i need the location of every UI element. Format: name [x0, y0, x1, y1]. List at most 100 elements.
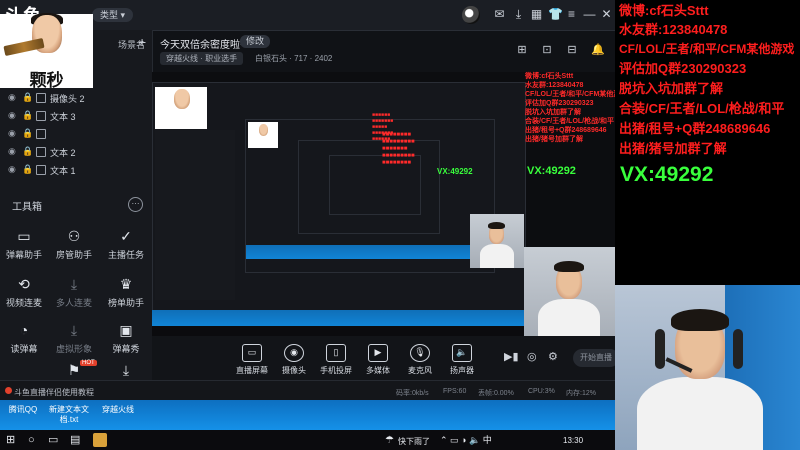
microphone-icon: 🎙 [410, 344, 430, 362]
overlay-line-combo: 合装/CF/王者/LOL/枪战/和平 [619, 101, 785, 116]
tool-multi-link[interactable]: ⤓ 多人连麦 [52, 276, 96, 318]
control-label: 麦克风 [408, 366, 432, 375]
source-label: 文本 3 [50, 112, 76, 122]
overlay-line-rent: 出猪/租号+Q群248689646 [619, 121, 771, 136]
lock-icon[interactable]: 🔒 [22, 110, 33, 121]
app-icon[interactable] [93, 433, 107, 447]
admin-icon: ⚇ [67, 228, 81, 244]
desktop-icon-qq[interactable]: 腾讯QQ [6, 405, 40, 415]
speaker-icon: 🔈 [452, 344, 472, 362]
nested-screen-1 [152, 82, 526, 312]
nested-webcam-large [524, 247, 615, 342]
windows-start-icon[interactable]: ⊞ [6, 434, 15, 446]
toolbox-more-button[interactable]: ··· [128, 197, 143, 212]
tool-virtual-avatar[interactable]: ⤓ 虚拟形象 [52, 322, 96, 364]
lock-icon[interactable]: ⊡ [541, 44, 553, 56]
gun-icon [3, 37, 45, 57]
nested-webcam-small [470, 214, 524, 268]
desktop-strip [0, 400, 615, 430]
tool-streamer-task[interactable]: ✓ 主播任务 [104, 228, 148, 270]
settings-icon[interactable]: ◎ [527, 350, 537, 363]
grid-icon[interactable]: ⊟ [566, 44, 578, 56]
add-scene-button[interactable]: + [138, 34, 146, 50]
desktop-icon-textfile[interactable]: 新建文本文档.txt [48, 405, 90, 425]
eye-icon[interactable]: ◉ [8, 110, 16, 121]
overlay-line-join: 脱坑入坑加群了解 [619, 81, 724, 96]
gear-icon[interactable]: ⚙ [548, 350, 558, 363]
bell-icon[interactable]: 🔔 [591, 44, 605, 56]
nested-overlay-line: 出猪/租号+Q群248689646 [525, 127, 607, 134]
shirt-icon[interactable]: 👕 [548, 8, 563, 21]
camera-button[interactable]: ◉ 摄像头 [274, 344, 314, 376]
task-view-icon[interactable]: ▭ [48, 434, 58, 446]
close-icon[interactable]: ✕ [600, 8, 613, 21]
tool-ranking[interactable]: ♛ 榜单助手 [104, 276, 148, 318]
dropped-readout: 丢帧:0.00% [478, 390, 514, 397]
speaker-button[interactable]: 🔈 扬声器 [442, 344, 482, 376]
lock-icon[interactable]: 🔒 [22, 92, 33, 103]
tool-read-danmu[interactable]: ◔ 读弹幕 [2, 322, 46, 364]
record-icon[interactable]: ▶▮ [504, 350, 519, 363]
explorer-icon[interactable]: ▤ [70, 434, 80, 446]
minimize-icon[interactable]: — [583, 8, 596, 21]
source-row[interactable]: ◉ 🔒 文本 2 [0, 142, 150, 162]
eye-icon[interactable]: ◉ [8, 164, 16, 175]
tool-label: 弹幕助手 [5, 250, 42, 260]
eye-icon[interactable]: ◉ [8, 92, 16, 103]
source-row[interactable]: ◉ 🔒 [0, 124, 150, 144]
desktop-icon-cf[interactable]: 穿越火线 [98, 405, 138, 415]
edit-title-button[interactable]: 修改 [240, 35, 271, 48]
overlay-line-games: CF/LOL/王者/和平/CFM某他游戏 [619, 42, 795, 56]
download-icon[interactable]: ⤓ [512, 8, 525, 21]
nested-left-panel [155, 130, 235, 300]
category-pill[interactable]: 穿越火线 · 职业选手 [160, 52, 244, 65]
text-source-icon [36, 111, 46, 121]
hot-badge: HOT [80, 360, 97, 366]
microphone-button[interactable]: 🎙 麦克风 [400, 344, 440, 376]
source-row[interactable]: ◉ 🔒 文本 1 [0, 160, 150, 180]
start-live-button[interactable]: 开始直播 [573, 349, 619, 367]
tray-icons[interactable]: ⌃ ▭ ◑ 🔈 中 [440, 434, 492, 446]
tool-room-admin[interactable]: ⚇ 房管助手 [52, 228, 96, 270]
media-button[interactable]: ▶ 多媒体 [358, 344, 398, 376]
nested-screen-2 [245, 119, 495, 273]
grid-icon[interactable]: ▦ [530, 8, 543, 21]
video-link-icon: ⟲ [18, 276, 30, 292]
eye-icon[interactable]: ◉ [8, 128, 16, 139]
download-icon: ⤓ [122, 362, 130, 378]
lock-icon[interactable]: 🔒 [22, 146, 33, 157]
tool-danmu-show[interactable]: ▣ 弹幕秀 [104, 322, 148, 364]
stream-preview: ■■■■■■ ■■■■■■■ ■■■■■ ■■■■■■■ ■■■■■■ ■■■■■■■■… [152, 72, 627, 380]
overlay-line-eval: 评估加Q群230290323 [619, 61, 747, 76]
tutorial-link[interactable]: 斗鱼直播伴侣使用教程 [14, 387, 94, 398]
source-label: 摄像头 2 [50, 94, 85, 104]
source-row[interactable]: ◉ 🔒 文本 3 [0, 106, 150, 126]
user-avatar[interactable] [462, 6, 480, 24]
clock[interactable]: 13:30 [563, 436, 583, 445]
weather-text[interactable]: 快下雨了 [398, 436, 430, 447]
mail-icon[interactable]: ✉ [493, 8, 506, 21]
read-icon: ◔ [19, 322, 29, 338]
text-source-icon [36, 165, 46, 175]
nested-avatar [155, 87, 207, 129]
overlay-vx: VX:49292 [620, 163, 714, 186]
tool-label: 视频连麦 [5, 298, 42, 308]
tool-label: 虚拟形象 [55, 344, 92, 354]
phone-cast-button[interactable]: ▯ 手机投屏 [316, 344, 356, 376]
bitrate-readout: 码率:0kb/s [396, 390, 429, 397]
nested-overlay-line: CF/LOL/王者/和平/CFM某他游戏 [525, 91, 628, 98]
menu-icon[interactable]: ≡ [565, 8, 578, 21]
lock-icon[interactable]: 🔒 [22, 164, 33, 175]
live-screen-button[interactable]: ▭ 直播屏幕 [232, 344, 272, 376]
lock-icon[interactable]: 🔒 [22, 128, 33, 139]
source-row[interactable]: ◉ 🔒 摄像头 2 [0, 88, 150, 108]
live-type-selector[interactable]: 类型 ▾ [92, 8, 134, 22]
live-type-label: 类型 [100, 10, 119, 20]
tool-danmu-assistant[interactable]: ▭ 弹幕助手 [2, 228, 46, 270]
eye-icon[interactable]: ◉ [8, 146, 16, 157]
search-icon[interactable]: ○ [28, 434, 35, 446]
control-label: 扬声器 [450, 366, 474, 375]
tool-video-link[interactable]: ⟲ 视频连麦 [2, 276, 46, 318]
nested-face [174, 89, 190, 109]
gift-icon[interactable]: ⊞ [516, 44, 528, 56]
